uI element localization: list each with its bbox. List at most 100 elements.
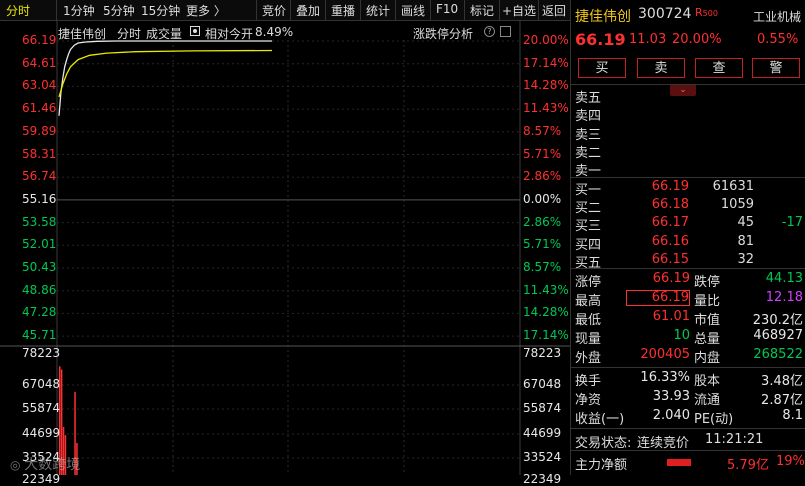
bid-price: 66.18 (651, 197, 689, 213)
stat-label: 内盘 (694, 351, 721, 367)
stats-button[interactable]: 统计 (366, 2, 390, 19)
overlay-button[interactable]: 叠加 (296, 2, 320, 19)
divider (571, 268, 805, 269)
stat-value: 268522 (753, 347, 803, 363)
divider (571, 177, 805, 178)
stat-label: 总量 (694, 332, 721, 348)
stat-label: 跌停 (694, 275, 721, 290)
divider (290, 0, 291, 20)
tab-5min[interactable]: 5分钟 (103, 2, 135, 19)
tab-1min[interactable]: 1分钟 (63, 2, 95, 19)
volume-tick-label: 44699 (523, 426, 562, 440)
pct-tick-label: 0.00% (523, 191, 562, 206)
pct-tick-label: 11.43% (523, 282, 569, 297)
trading-status-value: 连续竞价 (637, 436, 690, 451)
price-change-pct: 20.00% (672, 32, 722, 47)
stat-label: 最高 (575, 294, 602, 310)
auction-button[interactable]: 竞价 (262, 2, 286, 19)
stat-value: 200405 (640, 347, 690, 363)
price-tick-label: 56.74 (22, 169, 57, 184)
divider (430, 0, 431, 20)
industry-name[interactable]: 工业机械 (753, 8, 801, 25)
stat-label: 流通 (694, 393, 721, 409)
pct-tick-label: 17.14% (523, 328, 569, 343)
stat-value: 12.18 (765, 290, 803, 306)
stat-value: 66.19 (652, 271, 690, 286)
top-toolbar: 分时 1分钟 5分钟 15分钟 更多 〉 竞价 叠加 重播 统计 画线 F10 … (0, 0, 570, 21)
tab-more[interactable]: 更多 〉 (186, 2, 226, 19)
back-button[interactable]: 返回 (542, 2, 566, 19)
price-tick-label: 45.71 (22, 328, 57, 343)
main-flow-label: 主力净额 (575, 458, 628, 473)
buy-button[interactable]: 买 (578, 58, 626, 78)
stat-label: 股本 (694, 374, 721, 389)
volume-tick-label: 78223 (523, 346, 562, 360)
pct-tick-label: 2.86% (523, 169, 562, 184)
ask-level-label: 卖四 (575, 109, 602, 125)
stat-label: 收益(一) (575, 412, 625, 428)
stat-label: PE(动) (694, 412, 734, 428)
divider (571, 84, 805, 85)
stat-value: 66.19 (626, 290, 690, 307)
divider (571, 367, 805, 368)
sell-button[interactable]: 卖 (637, 58, 685, 78)
bid-level-label: 买四 (575, 237, 602, 253)
ask-level-label: 卖三 (575, 127, 602, 143)
ask-level-label: 卖二 (575, 145, 602, 161)
bid-level-label: 买一 (575, 183, 602, 198)
volume-tick-label: 33524 (523, 450, 562, 464)
pct-tick-label: 14.28% (523, 305, 569, 320)
stat-value: 2.87亿 (761, 393, 803, 409)
mark-button[interactable]: 标记 (470, 2, 494, 19)
stat-value: 8.1 (782, 408, 803, 424)
stock-tag-letter: R (695, 6, 703, 19)
bid-level-label: 买二 (575, 201, 602, 217)
replay-button[interactable]: 重播 (331, 2, 355, 19)
stat-value: 3.48亿 (761, 374, 803, 389)
quote-panel: 捷佳伟创 300724 R500 工业机械 0.55% 66.19 11.03 … (570, 0, 805, 475)
price-tick-label: 58.31 (22, 146, 57, 161)
price-tick-label: 59.89 (22, 123, 57, 138)
stat-label: 量比 (694, 294, 721, 310)
bid-volume: 45 (737, 215, 754, 231)
current-price: 66.19 (575, 30, 626, 49)
tab-15min[interactable]: 15分钟 (141, 2, 180, 19)
draw-line-button[interactable]: 画线 (401, 2, 425, 19)
bid-volume: 81 (737, 233, 754, 249)
intraday-chart[interactable]: 捷佳伟创 分时 成交量 相对今开 8.49% 涨跌停分析 ? 66.19 64.6… (0, 20, 570, 486)
divider (395, 0, 396, 20)
pct-tick-label: 11.43% (523, 101, 569, 116)
stat-value: 10 (673, 328, 690, 344)
trading-status-label: 交易状态: (575, 436, 632, 451)
volume-tick-label: 22349 (22, 472, 61, 486)
volume-tick-label: 22349 (523, 472, 562, 486)
price-change: 11.03 (629, 32, 667, 47)
tab-fenshi[interactable]: 分时 (6, 2, 30, 19)
stat-label: 最低 (575, 313, 602, 329)
divider (499, 0, 500, 20)
trading-status-time: 11:21:21 (705, 432, 764, 447)
add-watchlist-button[interactable]: +自选 (502, 2, 536, 19)
f10-button[interactable]: F10 (436, 2, 458, 16)
pct-tick-label: 17.14% (523, 55, 569, 70)
pct-tick-label: 5.71% (523, 146, 562, 161)
alert-button[interactable]: 警 (752, 58, 800, 78)
price-tick-label: 53.58 (22, 214, 57, 229)
stat-value: 230.2亿 (752, 313, 803, 329)
stat-value: 61.01 (652, 309, 690, 325)
ask-level-label: 卖五 (575, 91, 602, 106)
query-button[interactable]: 查 (695, 58, 743, 78)
divider (325, 0, 326, 20)
pct-tick-label: 8.57% (523, 123, 562, 138)
volume-tick-label: 55874 (22, 401, 61, 415)
stat-label: 涨停 (575, 275, 602, 290)
price-tick-label: 47.28 (22, 305, 57, 320)
bid-volume: 61631 (712, 179, 754, 194)
pct-tick-label: 20.00% (523, 33, 569, 47)
main-flow-pct: 19% (776, 454, 805, 469)
stat-value: 2.040 (652, 408, 690, 424)
divider (56, 0, 57, 20)
divider (538, 0, 539, 20)
stock-code: 300724 (638, 6, 692, 22)
expand-chevron-icon[interactable]: ⌄ (670, 84, 696, 96)
